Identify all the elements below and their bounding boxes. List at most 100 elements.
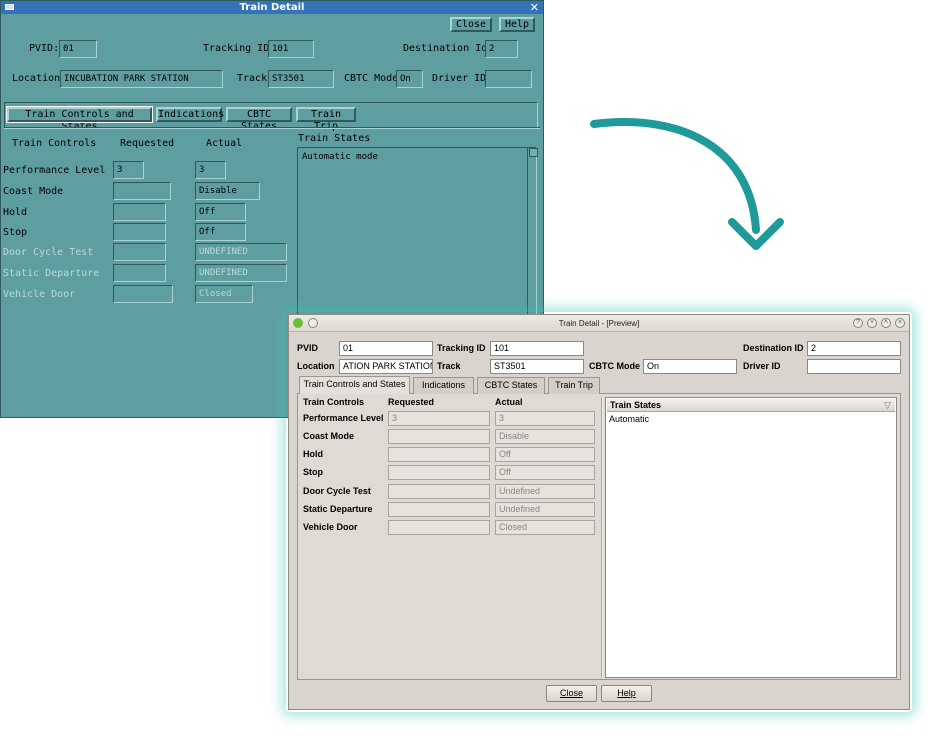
old-close-button[interactable]: Close xyxy=(450,17,492,32)
new-track-field[interactable]: ST3501 xyxy=(490,359,584,374)
old-cbtc-label: CBTC Mode xyxy=(344,73,399,84)
new-destination-field[interactable]: 2 xyxy=(807,341,901,356)
new-row-label: Vehicle Door xyxy=(303,522,358,532)
old-row-actual: UNDEFINED xyxy=(195,264,287,282)
old-row-actual: UNDEFINED xyxy=(195,243,287,261)
new-location-field[interactable]: ATION PARK STATION xyxy=(339,359,433,374)
old-driver-label: Driver ID xyxy=(432,73,487,84)
old-destination-field[interactable]: 2 xyxy=(485,40,518,58)
old-row-actual: Off xyxy=(195,223,246,241)
new-row-requested xyxy=(388,429,490,444)
new-row-label: Stop xyxy=(303,467,323,477)
new-row-actual: 3 xyxy=(495,411,595,426)
new-track-label: Track xyxy=(437,361,461,371)
new-driver-field[interactable] xyxy=(807,359,901,374)
new-row-requested xyxy=(388,502,490,517)
new-window-title: Train Detail - [Preview] xyxy=(558,319,640,328)
new-destination-label: Destination ID xyxy=(743,343,804,353)
old-col-train-controls: Train Controls xyxy=(12,138,97,149)
filter-funnel-icon[interactable]: ▽ xyxy=(884,399,891,412)
old-row-requested xyxy=(113,243,166,261)
minimize-icon[interactable]: ˅ xyxy=(867,318,877,328)
new-row-actual: Disable xyxy=(495,429,595,444)
old-location-label: Location xyxy=(12,73,61,84)
old-row-label: Vehicle Door xyxy=(3,289,76,300)
old-row-requested xyxy=(113,285,173,303)
new-driver-label: Driver ID xyxy=(743,361,781,371)
maximize-icon[interactable]: ˄ xyxy=(881,318,891,328)
new-col-requested: Requested xyxy=(388,397,435,407)
old-row-actual: 3 xyxy=(195,161,226,179)
new-row-actual: Undefined xyxy=(495,502,595,517)
new-splitter[interactable] xyxy=(601,397,603,678)
old-train-states-label: Train States xyxy=(298,133,371,144)
scroll-up-arrow-icon[interactable] xyxy=(529,148,538,157)
old-col-actual: Actual xyxy=(206,138,243,149)
old-tab-train-trip[interactable]: Train Trip xyxy=(296,107,356,132)
old-tab-train-controls[interactable]: Train Controls and States xyxy=(6,106,153,132)
new-row-requested xyxy=(388,465,490,480)
tab-train-trip[interactable]: Train Trip xyxy=(548,377,600,394)
old-pvid-field[interactable]: 01 xyxy=(59,40,97,58)
new-col-actual: Actual xyxy=(495,397,523,407)
old-row-label: Hold xyxy=(3,207,28,218)
old-row-requested[interactable]: 3 xyxy=(113,161,144,179)
old-tab-indications[interactable]: Indications xyxy=(156,107,224,122)
old-row-actual: Off xyxy=(195,203,246,221)
transition-arrow-icon xyxy=(590,117,784,250)
old-col-requested: Requested xyxy=(120,138,175,149)
new-cbtc-label: CBTC Mode xyxy=(589,361,640,371)
new-title-bar[interactable]: Train Detail - [Preview] ? ˅ ˄ × xyxy=(289,315,909,332)
new-tracking-field[interactable]: 101 xyxy=(490,341,584,356)
new-row-label: Hold xyxy=(303,449,323,459)
old-row-requested[interactable] xyxy=(113,182,171,200)
old-tracking-field[interactable]: 101 xyxy=(268,40,314,58)
tab-train-controls-and-states[interactable]: Train Controls and States xyxy=(299,376,410,394)
new-row-label: Performance Level xyxy=(303,413,384,423)
new-row-requested: 3 xyxy=(388,411,490,426)
close-x-icon[interactable]: ✕ xyxy=(530,1,539,14)
train-states-item[interactable]: Automatic xyxy=(609,414,649,424)
help-icon[interactable]: ? xyxy=(853,318,863,328)
new-row-actual: Off xyxy=(495,465,595,480)
old-row-requested[interactable] xyxy=(113,203,166,221)
old-row-label: Stop xyxy=(3,227,28,238)
old-row-label: Door Cycle Test xyxy=(3,247,94,258)
new-row-actual: Off xyxy=(495,447,595,462)
train-states-header-label: Train States xyxy=(610,400,662,410)
new-help-button[interactable]: Help xyxy=(601,685,652,702)
old-driver-field[interactable] xyxy=(485,70,532,88)
old-divider xyxy=(4,127,540,129)
new-train-detail-window: Train Detail - [Preview] ? ˅ ˄ × PVID 01… xyxy=(288,314,910,710)
new-help-label: Help xyxy=(617,688,636,698)
old-location-field[interactable]: INCUBATION PARK STATION xyxy=(60,70,223,88)
old-row-requested xyxy=(113,264,166,282)
new-close-button[interactable]: Close xyxy=(546,685,597,702)
old-cbtc-field[interactable]: On xyxy=(396,70,423,88)
old-row-actual: Disable xyxy=(195,182,260,200)
new-row-requested xyxy=(388,520,490,535)
old-track-field[interactable]: ST3501 xyxy=(268,70,334,88)
new-col-train-controls: Train Controls xyxy=(303,397,365,407)
new-pvid-field[interactable]: 01 xyxy=(339,341,433,356)
old-row-label: Performance Level xyxy=(3,165,106,176)
train-states-list[interactable]: Train States ▽ Automatic xyxy=(605,397,897,678)
new-row-actual: Undefined xyxy=(495,484,595,499)
close-icon[interactable]: × xyxy=(895,318,905,328)
old-tab-cbtc-states[interactable]: CBTC States xyxy=(226,107,292,132)
train-states-header[interactable]: Train States ▽ xyxy=(607,399,895,412)
tab-cbtc-states[interactable]: CBTC States xyxy=(477,377,545,394)
new-cbtc-field[interactable]: On xyxy=(643,359,737,374)
old-help-button[interactable]: Help xyxy=(499,17,535,32)
old-train-states-value: Automatic mode xyxy=(302,152,378,162)
old-title-bar[interactable]: Train Detail ✕ xyxy=(1,1,543,14)
new-close-label: Close xyxy=(559,688,583,698)
old-pvid-label: PVID: xyxy=(29,43,60,54)
old-window-title: Train Detail xyxy=(239,2,305,13)
tab-indications[interactable]: Indications xyxy=(413,377,474,394)
new-row-label: Door Cycle Test xyxy=(303,486,371,496)
old-row-requested[interactable] xyxy=(113,223,166,241)
pin-icon[interactable] xyxy=(308,318,318,328)
window-menu-icon[interactable] xyxy=(5,4,14,10)
new-tracking-label: Tracking ID xyxy=(437,343,486,353)
